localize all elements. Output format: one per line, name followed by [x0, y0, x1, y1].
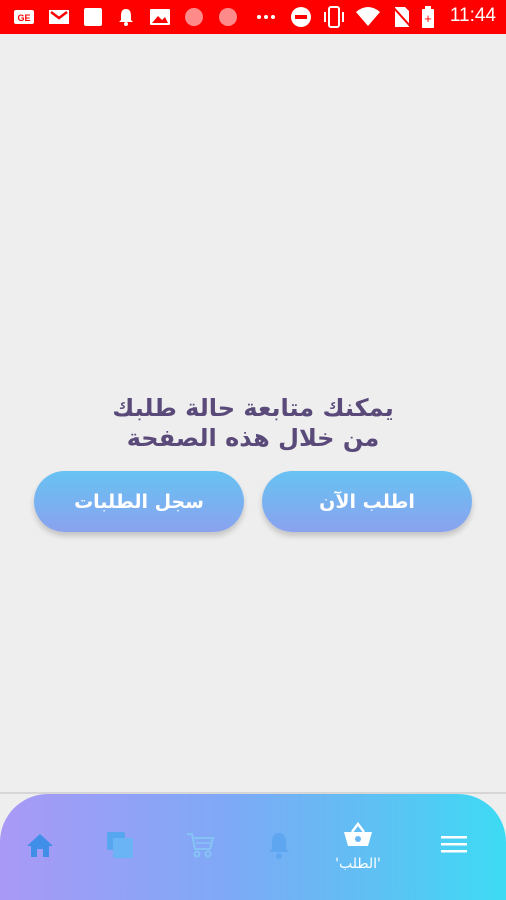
menu-icon: [440, 834, 468, 860]
wifi-icon: [355, 7, 381, 27]
home-icon: [26, 832, 54, 862]
bell-icon: [265, 830, 293, 864]
order-now-button[interactable]: اطلب الآن: [262, 471, 472, 532]
vibrate-icon: [322, 6, 346, 28]
svg-text:GE: GE: [17, 13, 30, 23]
circle-icon: [217, 7, 239, 27]
gmail-icon: [48, 7, 70, 27]
nav-cart[interactable]: [178, 794, 222, 900]
nav-menu[interactable]: [432, 794, 476, 900]
bell-icon: [116, 7, 136, 27]
ge-icon: GE: [13, 7, 35, 27]
nav-orders[interactable]: 'الطلب': [322, 794, 394, 900]
nav-notifications[interactable]: [257, 794, 301, 900]
status-message: يمكنك متابعة حالة طلبك من خلال هذه الصفح…: [0, 393, 506, 453]
message-line-1: يمكنك متابعة حالة طلبك: [112, 394, 394, 422]
no-sim-icon: [392, 6, 412, 28]
square-icon: [82, 7, 104, 27]
svg-text:+: +: [424, 11, 432, 26]
circle-icon: [183, 7, 205, 27]
basket-icon: [342, 821, 374, 852]
message-line-2: من خلال هذه الصفحة: [126, 424, 380, 452]
cart-icon: [185, 831, 215, 863]
clock: 11:44: [449, 5, 496, 26]
image-icon: [149, 7, 171, 27]
copy-icon: [105, 830, 135, 864]
nav-copy[interactable]: [98, 794, 142, 900]
nav-orders-label: 'الطلب': [335, 856, 381, 872]
do-not-disturb-icon: [290, 7, 312, 27]
battery-charging-icon: +: [421, 6, 435, 28]
more-icon: [255, 7, 277, 27]
nav-home[interactable]: [18, 794, 62, 900]
bottom-nav: 'الطلب': [0, 794, 506, 900]
order-history-button[interactable]: سجل الطلبات: [34, 471, 244, 532]
status-bar: GE + 11:44: [0, 0, 506, 34]
